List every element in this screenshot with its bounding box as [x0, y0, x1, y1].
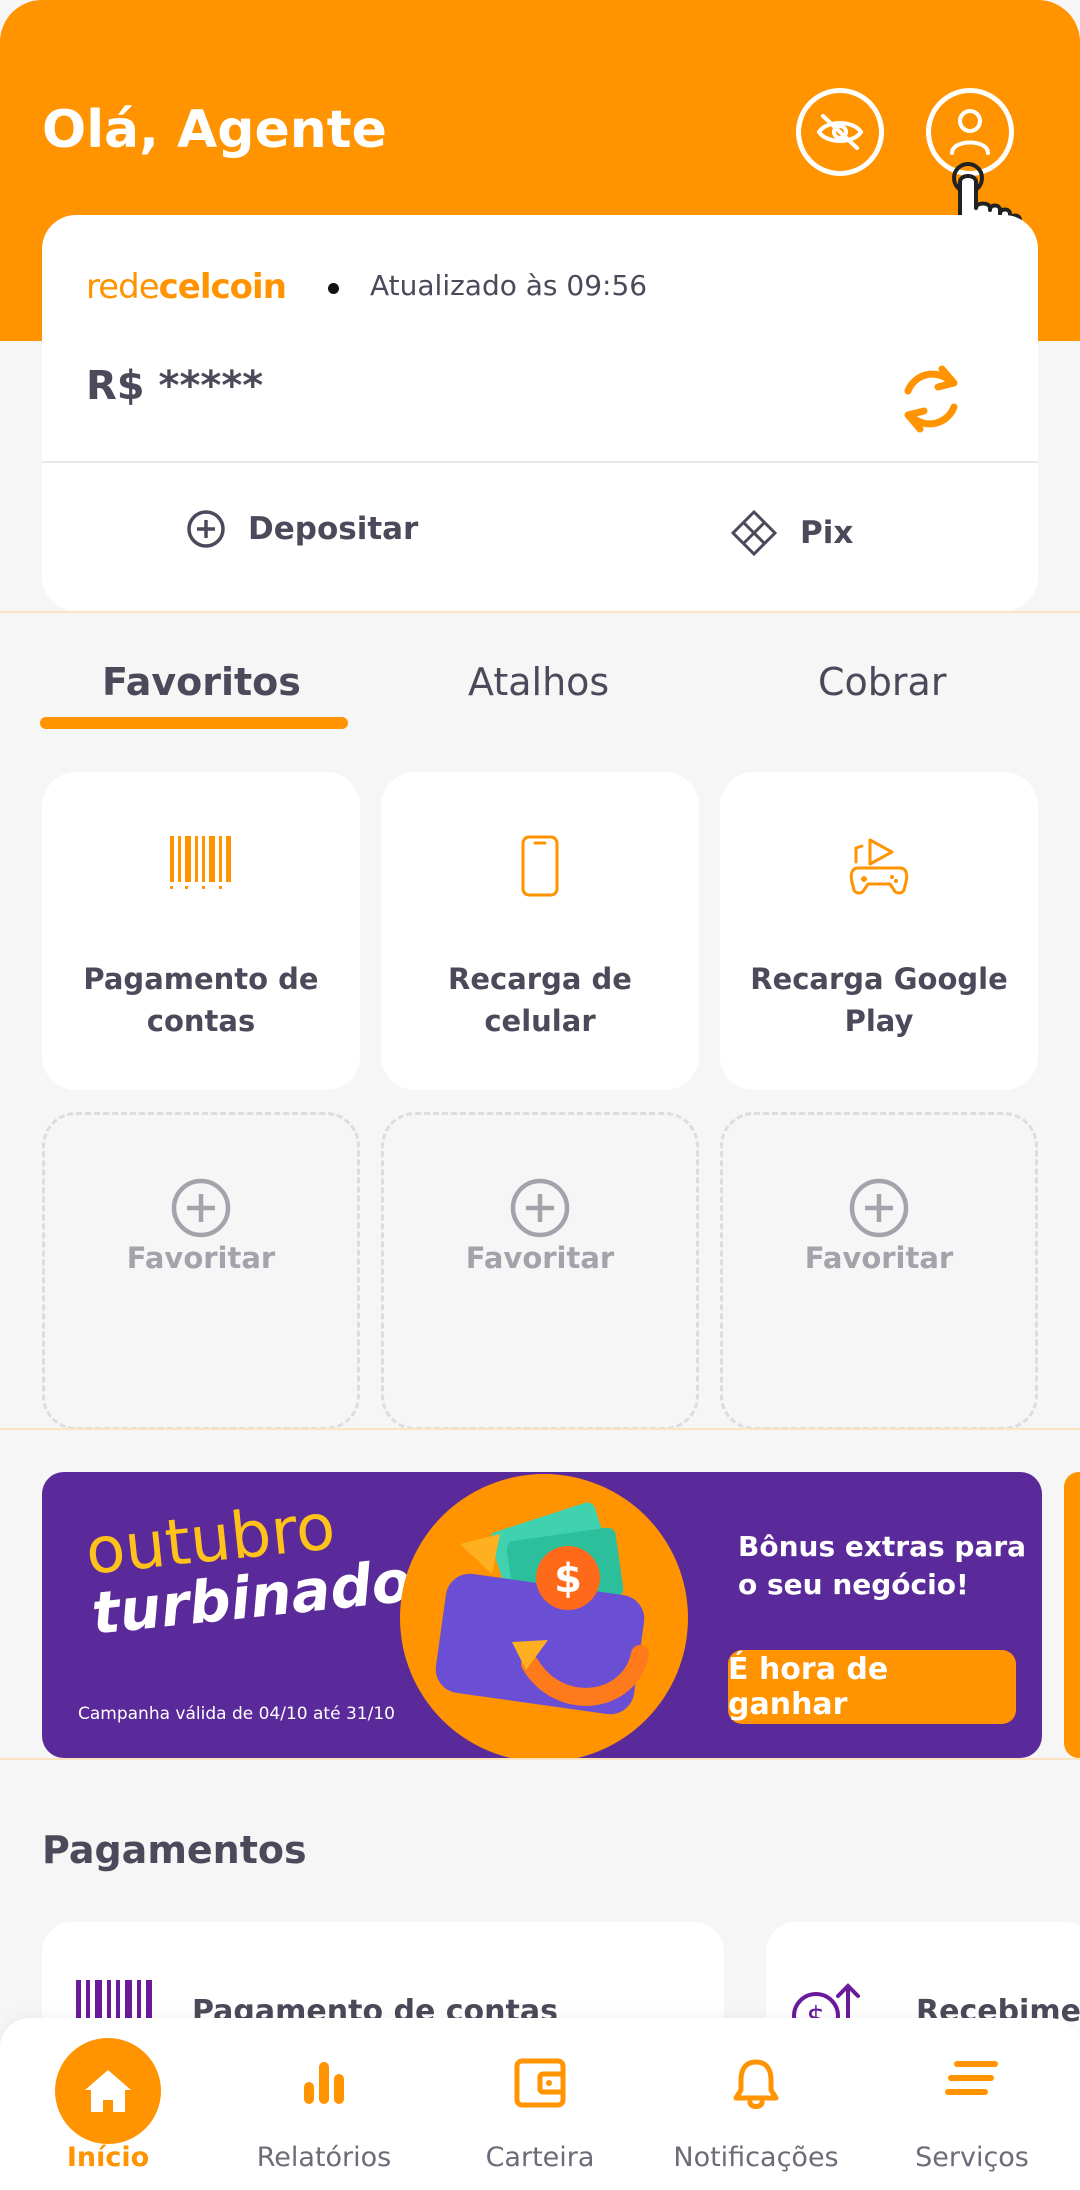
pix-button[interactable]: Pix — [730, 509, 853, 557]
add-favorite-slot[interactable]: Favoritar — [720, 1112, 1038, 1430]
banner-bonus-text: Bônus extras para o seu negócio! — [738, 1530, 1027, 1601]
tile-label: Recarga Google Play — [750, 962, 1008, 1038]
nav-inicio[interactable]: Início — [0, 2018, 216, 2190]
gamepad-icon — [849, 838, 909, 895]
favorite-pagamento-contas[interactable]: Pagamento de contas — [42, 772, 360, 1090]
bottom-nav: Início Relatórios Carteira Notificações … — [0, 2018, 1080, 2190]
bar-chart-icon — [304, 2062, 344, 2104]
tile-label: Recarga de celular — [448, 962, 632, 1038]
barcode-icon — [170, 836, 231, 889]
pix-icon — [730, 509, 778, 557]
phone-icon — [521, 835, 559, 897]
add-favorite-slot[interactable]: Favoritar — [381, 1112, 699, 1430]
deposit-button[interactable]: Depositar — [186, 509, 418, 549]
hide-balance-button[interactable] — [796, 88, 884, 176]
plus-circle-icon — [187, 510, 225, 548]
banner-cta-button[interactable]: É hora de ganhar — [728, 1650, 1016, 1724]
nav-label: Início — [66, 2142, 150, 2173]
section-divider — [0, 1428, 1080, 1430]
promo-banner[interactable]: outubro turbinado Campanha válida de 04/… — [42, 1472, 1042, 1758]
updated-time: Atualizado às 09:56 — [370, 269, 648, 302]
next-banner-peek[interactable] — [1064, 1472, 1080, 1758]
favorite-recarga-celular[interactable]: Recarga de celular — [381, 772, 699, 1090]
deposit-label: Depositar — [248, 511, 419, 547]
eye-off-icon — [816, 114, 864, 150]
nav-carteira[interactable]: Carteira — [432, 2018, 648, 2190]
banner-validity: Campanha válida de 04/10 até 31/10 — [78, 1704, 395, 1724]
favorite-recarga-google-play[interactable]: Recarga Google Play — [720, 772, 1038, 1090]
nav-notificacoes[interactable]: Notificações — [648, 2018, 864, 2190]
active-tab-indicator — [40, 717, 348, 729]
nav-label: Carteira — [485, 2142, 595, 2173]
nav-label: Relatórios — [256, 2142, 392, 2173]
balance-card: redecelcoin Atualizado às 09:56 R$ *****… — [42, 215, 1038, 611]
nav-label: Serviços — [915, 2142, 1029, 2173]
svg-text:$: $ — [554, 1556, 582, 1602]
separator-dot — [328, 283, 339, 294]
bell-icon — [733, 2059, 779, 2109]
payments-title: Pagamentos — [42, 1828, 307, 1872]
home-button-circle — [55, 2038, 161, 2144]
plus-circle-icon — [510, 1178, 570, 1238]
section-divider — [0, 1758, 1080, 1760]
tile-label: Favoritar — [804, 1241, 954, 1275]
plus-circle-icon — [171, 1178, 231, 1238]
menu-icon — [945, 2061, 998, 2095]
section-divider — [0, 611, 1080, 613]
tile-label: Pagamento de contas — [83, 962, 319, 1038]
nav-label: Notificações — [673, 2142, 839, 2173]
card-divider — [42, 461, 1038, 463]
tile-label: Favoritar — [465, 1241, 615, 1275]
barcode-icon — [76, 1980, 152, 2020]
tab-atalhos[interactable]: Atalhos — [468, 660, 609, 704]
wallet-money-icon: $ — [435, 1502, 649, 1715]
brand-logo: redecelcoin — [86, 267, 287, 307]
pix-label: Pix — [800, 515, 854, 551]
home-icon — [85, 2070, 131, 2112]
nav-servicos[interactable]: Serviços — [864, 2018, 1080, 2190]
user-icon — [950, 109, 990, 155]
plus-circle-icon — [849, 1178, 909, 1238]
tab-cobrar[interactable]: Cobrar — [818, 660, 946, 704]
balance-amount: R$ ***** — [86, 363, 264, 409]
greeting: Olá, Agente — [42, 100, 387, 160]
tab-favoritos[interactable]: Favoritos — [102, 660, 301, 704]
wallet-icon — [514, 2058, 566, 2108]
banner-illustration: $ — [400, 1474, 688, 1758]
nav-relatorios[interactable]: Relatórios — [216, 2018, 432, 2190]
tile-label: Favoritar — [126, 1241, 276, 1275]
add-favorite-slot[interactable]: Favoritar — [42, 1112, 360, 1430]
refresh-icon[interactable] — [896, 361, 966, 437]
